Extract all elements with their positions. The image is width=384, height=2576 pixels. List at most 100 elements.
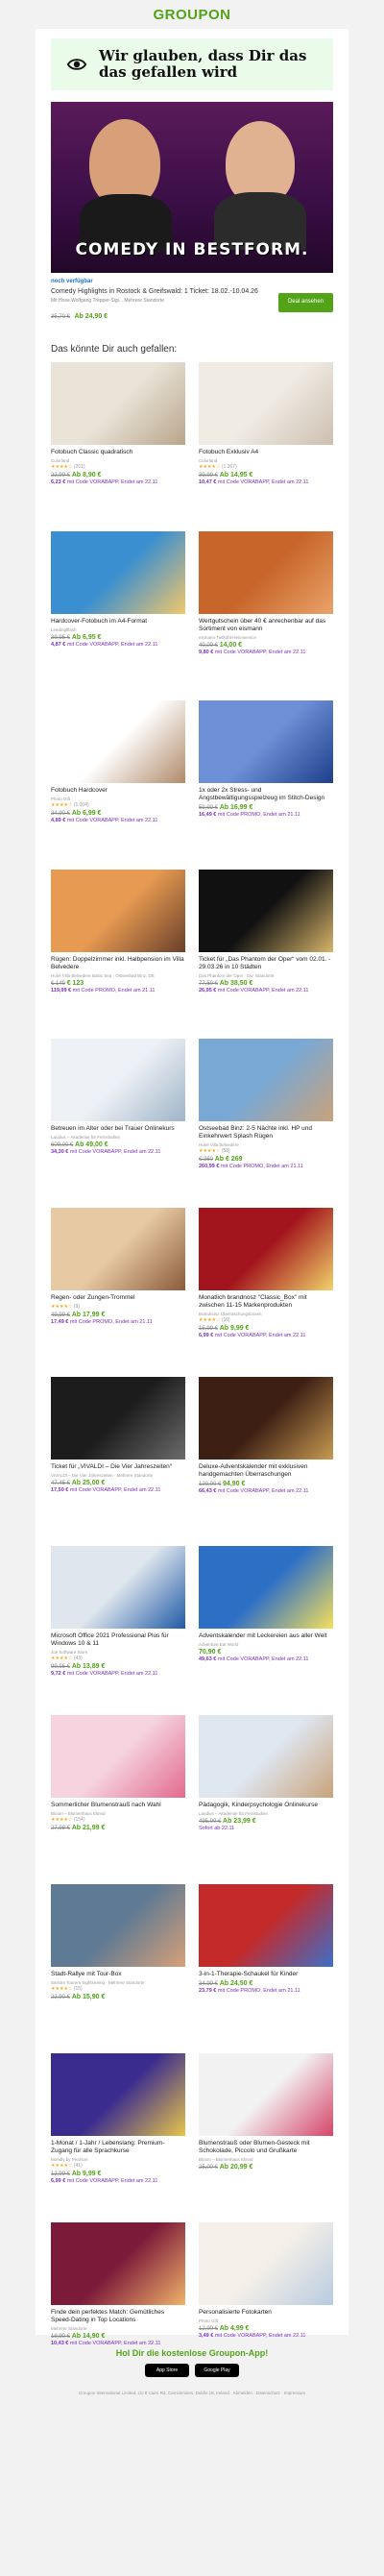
promo-price: 49,63 € (199, 1656, 217, 1662)
price-row: 47,45 € Ab 25,00 € (51, 1480, 185, 1486)
hero-deal-title[interactable]: Comedy Highlights in Rostock & Greifswal… (51, 287, 262, 296)
rating-count: (1.004) (73, 802, 89, 808)
deal-thumbnail[interactable] (199, 1208, 333, 1290)
deal-title[interactable]: Adventskalender mit Leckereien aus aller… (199, 1632, 333, 1640)
deal-thumbnail[interactable] (51, 2053, 185, 2136)
deal-item[interactable]: Stadt-Rallye mit Tour-Box Sinistre Tourem… (51, 1884, 185, 2053)
deal-title[interactable]: Deluxe-Adventskalender mit exklusiven ha… (199, 1463, 333, 1479)
deal-item[interactable]: Blumenstrauß oder Blumen-Gesteck mit Sch… (199, 2053, 333, 2222)
deal-title[interactable]: Hardcover-Fotobuch im A4-Format (51, 618, 185, 626)
deal-title[interactable]: Stadt-Rallye mit Tour-Box (51, 1971, 185, 1978)
deal-thumbnail[interactable] (51, 700, 185, 783)
price-new: Ab 8,90 € (71, 472, 102, 478)
deal-item[interactable]: Fotobuch Exklusiv A4 Colorland ★★★★☆ (1.26… (199, 362, 333, 531)
promo-text: mit Code VORABAPP, Endet am 22.11 (217, 988, 309, 994)
promo-price: 16,49 € (199, 812, 217, 818)
google-play-badge[interactable]: Google Play (195, 2364, 239, 2377)
promo-text: mit Code VORABAPP, Endet am 22.11 (66, 479, 158, 485)
deal-thumbnail[interactable] (51, 870, 185, 952)
deal-thumbnail[interactable] (51, 2222, 185, 2305)
deal-title[interactable]: Betreuen im Alter oder bei Trauer Online… (51, 1125, 185, 1133)
deal-thumbnail[interactable] (199, 700, 333, 783)
deal-thumbnail[interactable] (51, 1884, 185, 1967)
deal-item[interactable]: Ostseebad Binz: 2-5 Nächte inkl. HP und … (199, 1039, 333, 1208)
deal-thumbnail[interactable] (199, 1546, 333, 1629)
deal-title[interactable]: Fotobuch Classic quadratisch (51, 449, 185, 456)
deal-item[interactable]: 1x oder 2x Stress- und Angstbewältigungs… (199, 700, 333, 870)
deal-title[interactable]: Ticket für „Das Phantom der Oper“ vom 02… (199, 956, 333, 971)
deal-item[interactable]: Fotobuch Classic quadratisch Colorland ★★★… (51, 362, 185, 531)
price-new: € 123 (66, 980, 84, 987)
deal-title[interactable]: Personalisierte Fotokarten (199, 2309, 333, 2317)
deal-item[interactable]: Betreuen im Alter oder bei Trauer Online… (51, 1039, 185, 1208)
deal-ansehen-button[interactable]: Deal ansehen (277, 293, 333, 312)
deal-title[interactable]: Rügen: Doppelzimmer inkl. Halbpension im… (51, 956, 185, 971)
deal-item[interactable]: Ticket für „Das Phantom der Oper“ vom 02… (199, 870, 333, 1039)
deal-item[interactable]: Ticket für „VIVALDI – Die Vier Jahreszei… (51, 1377, 185, 1546)
promo-line: 3,49 € mit Code VORABAPP, Endet am 22.11 (199, 2333, 333, 2340)
deal-thumbnail[interactable] (51, 1546, 185, 1629)
deal-item[interactable]: Sommerlicher Blumenstrauß nach Wahl Bloom… (51, 1715, 185, 1884)
deal-item[interactable]: Pädagogik, Kinderpsychologie Onlinekurse… (199, 1715, 333, 1884)
deal-title[interactable]: Pädagogik, Kinderpsychologie Onlinekurse (199, 1802, 333, 1809)
banner-line-2: das gefallen wird (99, 63, 238, 81)
deal-thumbnail[interactable] (51, 531, 185, 614)
deal-thumbnail[interactable] (199, 1715, 333, 1798)
deal-title[interactable]: Regen- oder Zungen-Trommel (51, 1294, 185, 1302)
deal-thumbnail[interactable] (51, 1208, 185, 1290)
deal-merchant: Brandnosz Überraschungsboxen (199, 1312, 262, 1316)
price-old: 34,90 € (51, 811, 71, 817)
deal-thumbnail[interactable] (199, 1039, 333, 1121)
deal-item[interactable]: 3-in-1-Therapie-Schaukel für Kinder 34,9… (199, 1884, 333, 2053)
deal-title[interactable]: Sommerlicher Blumenstrauß nach Wahl (51, 1802, 185, 1809)
deal-thumbnail[interactable] (199, 362, 333, 445)
stars-glyphs: ★★★★☆ (51, 464, 73, 470)
price-old: 600,00 € (51, 1142, 74, 1148)
deal-item[interactable]: Deluxe-Adventskalender mit exklusiven ha… (199, 1377, 333, 1546)
deal-thumbnail[interactable] (199, 2053, 333, 2136)
rating-stars: ★★★★☆ (201) (51, 464, 185, 470)
deal-item[interactable]: Microsoft Office 2021 Professional Plus … (51, 1546, 185, 1715)
price-old: 12,90 € (199, 2326, 219, 2332)
deal-thumbnail[interactable] (199, 870, 333, 952)
deal-item[interactable]: 1-Monat / 1-Jahr / Lebenslang: Premium-Z… (51, 2053, 185, 2222)
deal-thumbnail[interactable] (199, 2222, 333, 2305)
promo-line: 10,47 € mit Code VORABAPP, Endet am 22.1… (199, 479, 333, 486)
deal-title[interactable]: Fotobuch Hardcover (51, 787, 185, 795)
deal-thumbnail[interactable] (51, 362, 185, 445)
deal-title[interactable]: Wertgutschein über 40 € anrechenbar auf … (199, 618, 333, 633)
rating-stars: ★★★★☆ (58) (199, 1148, 333, 1154)
deal-title[interactable]: Fotobuch Exklusiv A4 (199, 449, 333, 456)
deal-item[interactable]: Monatlich brandnosz "Classic_Box" mit zw… (199, 1208, 333, 1377)
deal-item[interactable]: Adventskalender mit Leckereien aus aller… (199, 1546, 333, 1715)
deal-item[interactable]: Regen- oder Zungen-Trommel ★★★★☆ (9) 49,99… (51, 1208, 185, 1377)
banner-text: Wir glauben, dass Dir das das gefallen w… (99, 48, 306, 81)
deal-title[interactable]: 1x oder 2x Stress- und Angstbewältigungs… (199, 787, 333, 802)
deal-title[interactable]: Ticket für „VIVALDI – Die Vier Jahreszei… (51, 1463, 185, 1471)
hero-image[interactable]: COMEDY IN BESTFORM. (51, 102, 333, 273)
deal-item[interactable]: Rügen: Doppelzimmer inkl. Halbpension im… (51, 870, 185, 1039)
app-store-badge[interactable]: App Store (145, 2364, 189, 2377)
price-row: 600,00 € Ab 49,00 € (51, 1141, 185, 1148)
deal-item[interactable]: Wertgutschein über 40 € anrechenbar auf … (199, 531, 333, 700)
promo-price: 260,99 € (199, 1164, 220, 1169)
deal-title[interactable]: Monatlich brandnosz "Classic_Box" mit zw… (199, 1294, 333, 1310)
deal-title[interactable]: Blumenstrauß oder Blumen-Gesteck mit Sch… (199, 2140, 333, 2155)
deal-thumbnail[interactable] (199, 531, 333, 614)
groupon-logo[interactable]: GROUPON (153, 7, 230, 23)
deal-item[interactable]: Hardcover-Fotobuch im A4-Format Leedinglf… (51, 531, 185, 700)
deal-thumbnail[interactable] (51, 1715, 185, 1798)
deal-title[interactable]: 1-Monat / 1-Jahr / Lebenslang: Premium-Z… (51, 2140, 185, 2155)
deal-title[interactable]: 3-in-1-Therapie-Schaukel für Kinder (199, 1971, 333, 1978)
deal-thumbnail[interactable] (199, 1884, 333, 1967)
deal-title[interactable]: Ostseebad Binz: 2-5 Nächte inkl. HP und … (199, 1125, 333, 1141)
deal-title[interactable]: Finde dein perfektes Match: Gemütliches … (51, 2309, 185, 2324)
deal-thumbnail[interactable] (199, 1377, 333, 1460)
deal-thumbnail[interactable] (51, 1039, 185, 1121)
price-old: 39,99 € (199, 473, 219, 478)
deal-thumbnail[interactable] (51, 1377, 185, 1460)
deal-item[interactable]: Fotobuch Hardcover Photo Gift ★★★★☆ (1.004… (51, 700, 185, 870)
price-new: Ab 17,99 € (71, 1312, 106, 1318)
deal-title[interactable]: Microsoft Office 2021 Professional Plus … (51, 1632, 185, 1648)
hero-price-new: Ab 24,90 € (74, 313, 108, 320)
